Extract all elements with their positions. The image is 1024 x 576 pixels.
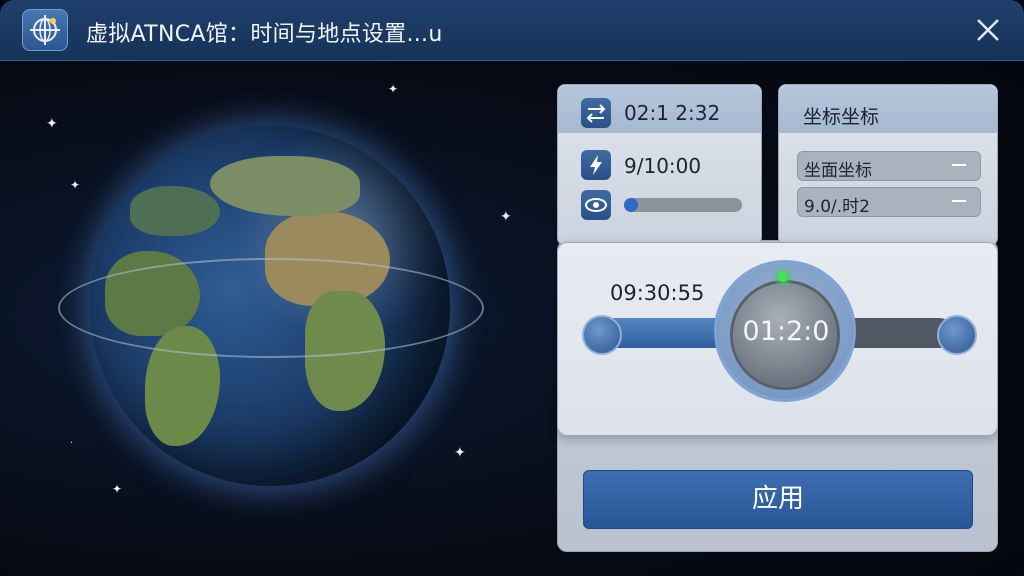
slider-start-time: 09:30:55 [610,281,705,305]
eye-icon[interactable] [581,190,611,220]
slider-end-handle[interactable] [937,315,977,355]
lightning-time-value: 9/10:00 [624,154,702,178]
app-window: 虚拟ATNCA馆：时间与地点设置...u ✦ ✦ ✦ ✦ ✦ ✦ · 02:1 … [0,0,1024,576]
window-title: 虚拟ATNCA馆：时间与地点设置...u [86,22,443,47]
star-decoration: ✦ [500,209,512,225]
earth-globe-view[interactable] [55,120,485,490]
star-decoration: ✦ [388,82,399,96]
swap-arrows-icon[interactable] [581,98,611,128]
dial-time-value: 01:2:0 [742,316,830,347]
close-icon[interactable] [972,14,1004,46]
coordinate-field-2-value: 9.0/.时2 [804,197,870,217]
slider-start-handle[interactable] [582,315,622,355]
visibility-progress-bar[interactable] [624,198,742,212]
visibility-progress-fill [624,198,638,212]
coordinate-header-label: 坐标坐标 [803,106,880,128]
coordinate-field-2[interactable]: 9.0/.时2 [797,187,981,217]
time-panel: 02:1 2:32 9/10:00 [557,84,762,246]
coordinate-field-1[interactable]: 坐面坐标 [797,151,981,181]
lightning-icon[interactable] [581,150,611,180]
minus-icon[interactable] [952,200,966,202]
minus-icon[interactable] [952,164,966,166]
orbit-ring [58,258,484,358]
status-led-icon [778,272,788,282]
globe-crosshair-icon [22,9,68,51]
header-time-value: 02:1 2:32 [624,101,721,125]
coordinate-field-1-value: 坐面坐标 [804,161,872,181]
coordinate-panel: 坐标坐标 坐面坐标 9.0/.时2 [778,84,998,246]
apply-button[interactable]: 应用 [583,470,973,529]
title-bar: 虚拟ATNCA馆：时间与地点设置...u [0,0,1024,61]
